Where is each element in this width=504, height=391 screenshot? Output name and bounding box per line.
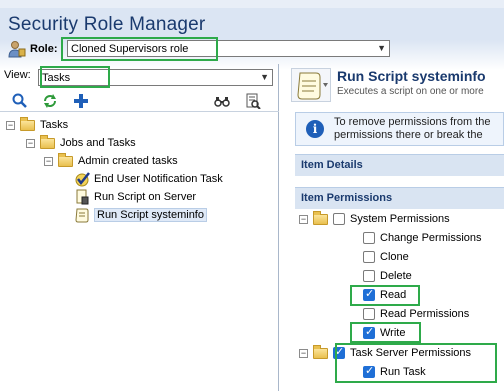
detail-header: Run Script systeminfo Executes a script … bbox=[285, 64, 504, 104]
permission-delete[interactable]: Delete bbox=[363, 267, 412, 285]
tree-node-end-user-notification[interactable]: End User Notification Task bbox=[74, 170, 223, 188]
role-label: Role: bbox=[30, 43, 58, 55]
permission-group-system[interactable]: − System Permissions bbox=[299, 210, 450, 228]
permission-checkbox[interactable] bbox=[363, 364, 375, 378]
folder-icon bbox=[313, 210, 328, 225]
collapse-icon[interactable]: − bbox=[26, 138, 35, 148]
tree-node-run-script-on-server[interactable]: Run Script on Server bbox=[74, 188, 196, 206]
toolbar bbox=[0, 90, 279, 112]
script-icon bbox=[291, 68, 331, 102]
find-in-page-icon[interactable] bbox=[245, 93, 261, 110]
permission-checkbox[interactable] bbox=[363, 251, 375, 263]
info-line-2: permissions there or break the bbox=[334, 129, 483, 141]
permission-label: Read bbox=[380, 289, 407, 301]
permission-label: Change Permissions bbox=[380, 232, 482, 244]
permission-clone[interactable]: Clone bbox=[363, 248, 409, 266]
permission-checkbox[interactable] bbox=[363, 270, 375, 282]
role-row: Role: bbox=[8, 40, 58, 58]
collapse-icon[interactable]: − bbox=[299, 214, 308, 224]
detail-title: Run Script systeminfo bbox=[337, 68, 486, 84]
permission-label: Run Task bbox=[380, 366, 426, 378]
title-bar-stripe bbox=[0, 0, 504, 8]
permission-label: Write bbox=[380, 327, 406, 339]
item-permissions-header[interactable]: Item Permissions bbox=[295, 187, 504, 209]
folder-icon bbox=[58, 152, 73, 167]
detail-subtitle: Executes a script on one or more bbox=[337, 86, 484, 97]
permission-read-permissions[interactable]: Read Permissions bbox=[363, 305, 469, 323]
permission-checkbox[interactable] bbox=[363, 308, 375, 320]
system-permissions-checkbox[interactable] bbox=[333, 213, 345, 225]
task-server-permissions-checkbox[interactable] bbox=[333, 345, 345, 359]
detail-pane: Run Script systeminfo Executes a script … bbox=[285, 64, 504, 391]
permission-checkbox[interactable] bbox=[363, 232, 375, 244]
tree-node-tasks[interactable]: − Tasks bbox=[6, 116, 68, 134]
view-label: View: bbox=[4, 69, 31, 81]
check-task-icon bbox=[74, 171, 90, 187]
permission-run-task[interactable]: Run Task bbox=[363, 363, 426, 381]
script-server-icon bbox=[74, 189, 90, 205]
permission-checkbox[interactable] bbox=[363, 325, 375, 339]
tree-node-label: Admin created tasks bbox=[78, 155, 178, 167]
collapse-icon[interactable]: − bbox=[6, 120, 15, 130]
tree-node-jobs-and-tasks[interactable]: − Jobs and Tasks bbox=[26, 134, 136, 152]
tree-node-label: End User Notification Task bbox=[94, 173, 223, 185]
tree-node-label: Tasks bbox=[40, 119, 69, 131]
binoculars-icon[interactable] bbox=[214, 93, 230, 109]
info-line-1: To remove permissions from the bbox=[334, 116, 491, 128]
tree-node-label: Run Script on Server bbox=[94, 191, 197, 203]
permission-group-task-server[interactable]: − Task Server Permissions bbox=[299, 344, 471, 362]
script-icon bbox=[74, 207, 90, 223]
tree-node-run-script-systeminfo[interactable]: Run Script systeminfo bbox=[74, 206, 207, 224]
permission-checkbox[interactable] bbox=[363, 287, 375, 301]
add-icon[interactable] bbox=[73, 93, 89, 109]
permission-label: Delete bbox=[380, 270, 412, 282]
view-row: View: bbox=[4, 69, 31, 81]
view-select[interactable]: Tasks ▼ bbox=[38, 69, 273, 86]
collapse-icon[interactable]: − bbox=[299, 348, 308, 358]
tree-node-admin-created-tasks[interactable]: − Admin created tasks bbox=[44, 152, 178, 170]
view-select-value: Tasks bbox=[42, 71, 71, 84]
user-icon bbox=[8, 40, 26, 58]
info-icon: i bbox=[306, 120, 324, 138]
folder-icon bbox=[313, 344, 328, 359]
item-details-header[interactable]: Item Details bbox=[295, 154, 504, 176]
permission-label: Clone bbox=[380, 251, 409, 263]
tree-node-label: Run Script systeminfo bbox=[94, 208, 207, 222]
collapse-icon[interactable]: − bbox=[44, 156, 53, 166]
left-pane: View: Tasks ▼ − Tasks − Jobs and Tasks −… bbox=[0, 64, 279, 391]
role-select[interactable]: Cloned Supervisors role ▼ bbox=[67, 40, 390, 57]
chevron-down-icon: ▼ bbox=[260, 72, 269, 82]
role-select-value: Cloned Supervisors role bbox=[71, 42, 189, 55]
tree-node-label: Jobs and Tasks bbox=[60, 137, 136, 149]
chevron-down-icon: ▼ bbox=[377, 43, 386, 53]
search-icon[interactable] bbox=[12, 93, 28, 109]
permission-write[interactable]: Write bbox=[363, 324, 405, 342]
refresh-icon[interactable] bbox=[42, 93, 58, 109]
folder-icon bbox=[40, 134, 55, 149]
permission-label: Read Permissions bbox=[380, 308, 470, 320]
info-box: i To remove permissions from the permiss… bbox=[295, 112, 504, 146]
permission-change-permissions[interactable]: Change Permissions bbox=[363, 229, 482, 247]
permission-group-label: Task Server Permissions bbox=[350, 347, 472, 359]
folder-icon bbox=[20, 116, 35, 131]
page-title: Security Role Manager bbox=[8, 14, 206, 35]
permission-group-label: System Permissions bbox=[350, 213, 450, 225]
info-text: To remove permissions from the permissio… bbox=[334, 116, 491, 142]
permission-read[interactable]: Read bbox=[363, 286, 406, 304]
